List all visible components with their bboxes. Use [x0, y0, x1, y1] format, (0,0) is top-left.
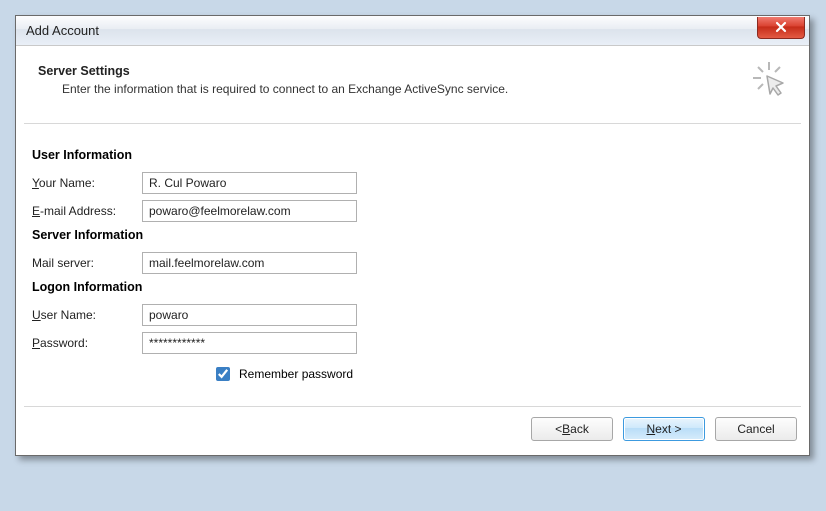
label-remember-password: Remember password — [239, 367, 353, 381]
body-panel: User Information Your Name: E-mail Addre… — [16, 124, 809, 398]
row-password: Password: — [32, 332, 801, 354]
label-mail-server: Mail server: — [32, 256, 142, 270]
titlebar: Add Account — [16, 16, 809, 46]
mail-server-field[interactable] — [142, 252, 357, 274]
row-user-name: User Name: — [32, 304, 801, 326]
password-field[interactable] — [142, 332, 357, 354]
label-user-name: User Name: — [32, 308, 142, 322]
row-your-name: Your Name: — [32, 172, 801, 194]
close-button[interactable] — [757, 17, 805, 39]
cursor-click-icon — [751, 60, 793, 102]
add-account-dialog: Add Account Server Settings Enter the in… — [15, 15, 810, 456]
cancel-button[interactable]: Cancel — [715, 417, 797, 441]
email-field[interactable] — [142, 200, 357, 222]
user-name-field[interactable] — [142, 304, 357, 326]
window-title: Add Account — [26, 23, 99, 38]
header-title: Server Settings — [38, 64, 787, 78]
row-email: E-mail Address: — [32, 200, 801, 222]
label-password: Password: — [32, 336, 142, 350]
label-your-name: Your Name: — [32, 176, 142, 190]
header-panel: Server Settings Enter the information th… — [24, 54, 801, 124]
row-mail-server: Mail server: — [32, 252, 801, 274]
next-button[interactable]: Next > — [623, 417, 705, 441]
header-subtitle: Enter the information that is required t… — [62, 82, 787, 96]
section-server-info: Server Information — [32, 228, 801, 242]
section-user-info: User Information — [32, 148, 801, 162]
label-email: E-mail Address: — [32, 204, 142, 218]
row-remember: Remember password — [212, 364, 801, 384]
your-name-field[interactable] — [142, 172, 357, 194]
back-button[interactable]: < Back — [531, 417, 613, 441]
footer: < Back Next > Cancel — [24, 406, 801, 445]
remember-password-checkbox[interactable] — [216, 367, 230, 381]
section-logon-info: Logon Information — [32, 280, 801, 294]
close-icon — [774, 21, 788, 33]
